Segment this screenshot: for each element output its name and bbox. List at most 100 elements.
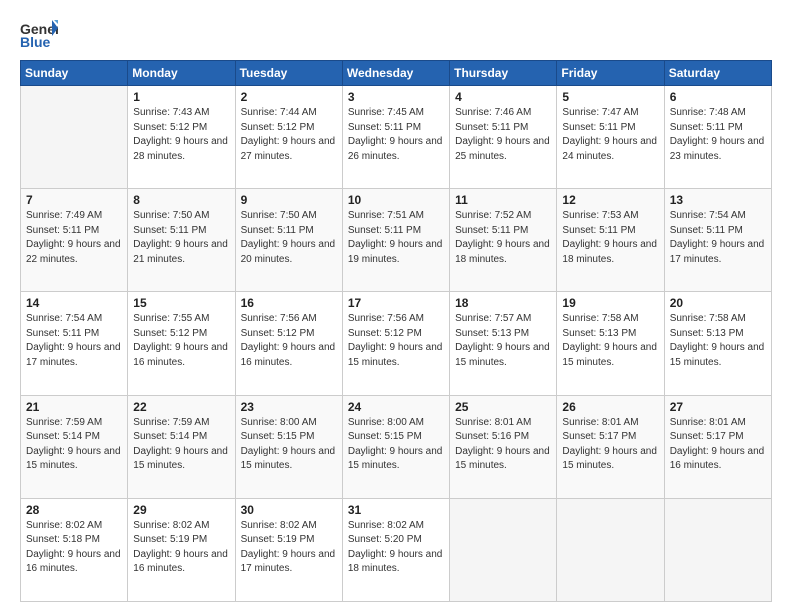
day-detail: Sunrise: 7:46 AMSunset: 5:11 PMDaylight:… [455, 106, 551, 164]
day-cell: 27 Sunrise: 8:01 AMSunset: 5:17 PMDayligh… [664, 395, 771, 498]
week-row-2: 7 Sunrise: 7:49 AMSunset: 5:11 PMDaylight… [21, 189, 772, 292]
day-number: 9 [241, 193, 337, 207]
day-number: 12 [562, 193, 658, 207]
day-cell: 13 Sunrise: 7:54 AMSunset: 5:11 PMDayligh… [664, 189, 771, 292]
day-detail: Sunrise: 7:56 AMSunset: 5:12 PMDaylight:… [348, 312, 444, 370]
day-cell [450, 498, 557, 601]
day-detail: Sunrise: 8:02 AMSunset: 5:19 PMDaylight:… [241, 519, 337, 577]
day-detail: Sunrise: 7:58 AMSunset: 5:13 PMDaylight:… [562, 312, 658, 370]
day-cell: 11 Sunrise: 7:52 AMSunset: 5:11 PMDayligh… [450, 189, 557, 292]
day-cell: 16 Sunrise: 7:56 AMSunset: 5:12 PMDayligh… [235, 292, 342, 395]
day-detail: Sunrise: 7:53 AMSunset: 5:11 PMDaylight:… [562, 209, 658, 267]
day-cell: 9 Sunrise: 7:50 AMSunset: 5:11 PMDaylight… [235, 189, 342, 292]
day-detail: Sunrise: 7:59 AMSunset: 5:14 PMDaylight:… [26, 416, 122, 474]
day-number: 28 [26, 503, 122, 517]
day-number: 11 [455, 193, 551, 207]
day-detail: Sunrise: 8:00 AMSunset: 5:15 PMDaylight:… [348, 416, 444, 474]
day-detail: Sunrise: 7:47 AMSunset: 5:11 PMDaylight:… [562, 106, 658, 164]
day-detail: Sunrise: 7:44 AMSunset: 5:12 PMDaylight:… [241, 106, 337, 164]
day-cell: 29Sunrise: 8:02 AMSunset: 5:19 PMDayligh… [128, 498, 235, 601]
logo: General Blue [20, 18, 58, 50]
day-number: 25 [455, 400, 551, 414]
day-detail: Sunrise: 7:59 AMSunset: 5:14 PMDaylight:… [133, 416, 229, 474]
weekday-header-monday: Monday [128, 61, 235, 86]
day-number: 21 [26, 400, 122, 414]
day-detail: Sunrise: 7:43 AMSunset: 5:12 PMDaylight:… [133, 106, 229, 164]
day-cell: 25 Sunrise: 8:01 AMSunset: 5:16 PMDayligh… [450, 395, 557, 498]
day-cell: 5 Sunrise: 7:47 AMSunset: 5:11 PMDaylight… [557, 86, 664, 189]
day-detail: Sunrise: 7:54 AMSunset: 5:11 PMDaylight:… [26, 312, 122, 370]
day-detail: Sunrise: 8:01 AMSunset: 5:16 PMDaylight:… [455, 416, 551, 474]
day-number: 18 [455, 296, 551, 310]
day-cell: 20 Sunrise: 7:58 AMSunset: 5:13 PMDayligh… [664, 292, 771, 395]
day-detail: Sunrise: 7:57 AMSunset: 5:13 PMDaylight:… [455, 312, 551, 370]
day-detail: Sunrise: 7:54 AMSunset: 5:11 PMDaylight:… [670, 209, 766, 267]
day-number: 16 [241, 296, 337, 310]
day-cell: 6Sunrise: 7:48 AMSunset: 5:11 PMDaylight… [664, 86, 771, 189]
day-number: 10 [348, 193, 444, 207]
week-row-5: 28 Sunrise: 8:02 AMSunset: 5:18 PMDayligh… [21, 498, 772, 601]
weekday-header-sunday: Sunday [21, 61, 128, 86]
day-cell: 19 Sunrise: 7:58 AMSunset: 5:13 PMDayligh… [557, 292, 664, 395]
day-number: 5 [562, 90, 658, 104]
day-detail: Sunrise: 8:00 AMSunset: 5:15 PMDaylight:… [241, 416, 337, 474]
day-cell: 24Sunrise: 8:00 AMSunset: 5:15 PMDayligh… [342, 395, 449, 498]
day-detail: Sunrise: 7:49 AMSunset: 5:11 PMDaylight:… [26, 209, 122, 267]
day-detail: Sunrise: 7:45 AMSunset: 5:11 PMDaylight:… [348, 106, 444, 164]
weekday-header-wednesday: Wednesday [342, 61, 449, 86]
page: General Blue SundayMondayTuesdayWednesda… [0, 0, 792, 612]
day-number: 20 [670, 296, 766, 310]
day-number: 7 [26, 193, 122, 207]
day-number: 27 [670, 400, 766, 414]
header: General Blue [20, 18, 772, 50]
day-number: 1 [133, 90, 229, 104]
day-cell: 22 Sunrise: 7:59 AMSunset: 5:14 PMDayligh… [128, 395, 235, 498]
day-detail: Sunrise: 7:50 AMSunset: 5:11 PMDaylight:… [133, 209, 229, 267]
day-number: 6 [670, 90, 766, 104]
day-detail: Sunrise: 7:58 AMSunset: 5:13 PMDaylight:… [670, 312, 766, 370]
day-cell: 7 Sunrise: 7:49 AMSunset: 5:11 PMDaylight… [21, 189, 128, 292]
day-detail: Sunrise: 7:55 AMSunset: 5:12 PMDaylight:… [133, 312, 229, 370]
day-number: 19 [562, 296, 658, 310]
day-cell [21, 86, 128, 189]
day-cell: 1 Sunrise: 7:43 AMSunset: 5:12 PMDaylight… [128, 86, 235, 189]
day-number: 30 [241, 503, 337, 517]
day-cell [664, 498, 771, 601]
day-cell: 3Sunrise: 7:45 AMSunset: 5:11 PMDaylight… [342, 86, 449, 189]
day-cell: 21 Sunrise: 7:59 AMSunset: 5:14 PMDayligh… [21, 395, 128, 498]
day-number: 13 [670, 193, 766, 207]
day-number: 26 [562, 400, 658, 414]
day-number: 4 [455, 90, 551, 104]
day-detail: Sunrise: 7:51 AMSunset: 5:11 PMDaylight:… [348, 209, 444, 267]
day-number: 17 [348, 296, 444, 310]
day-cell: 28 Sunrise: 8:02 AMSunset: 5:18 PMDayligh… [21, 498, 128, 601]
day-cell: 4 Sunrise: 7:46 AMSunset: 5:11 PMDaylight… [450, 86, 557, 189]
day-cell: 31Sunrise: 8:02 AMSunset: 5:20 PMDayligh… [342, 498, 449, 601]
day-detail: Sunrise: 7:56 AMSunset: 5:12 PMDaylight:… [241, 312, 337, 370]
day-cell: 8 Sunrise: 7:50 AMSunset: 5:11 PMDaylight… [128, 189, 235, 292]
day-cell: 23 Sunrise: 8:00 AMSunset: 5:15 PMDayligh… [235, 395, 342, 498]
day-cell: 14Sunrise: 7:54 AMSunset: 5:11 PMDayligh… [21, 292, 128, 395]
calendar-table: SundayMondayTuesdayWednesdayThursdayFrid… [20, 60, 772, 602]
day-number: 2 [241, 90, 337, 104]
day-number: 8 [133, 193, 229, 207]
week-row-1: 1 Sunrise: 7:43 AMSunset: 5:12 PMDaylight… [21, 86, 772, 189]
day-cell: 26 Sunrise: 8:01 AMSunset: 5:17 PMDayligh… [557, 395, 664, 498]
day-number: 22 [133, 400, 229, 414]
svg-text:Blue: Blue [20, 34, 51, 50]
day-cell: 10 Sunrise: 7:51 AMSunset: 5:11 PMDayligh… [342, 189, 449, 292]
day-number: 23 [241, 400, 337, 414]
day-cell: 18 Sunrise: 7:57 AMSunset: 5:13 PMDayligh… [450, 292, 557, 395]
weekday-header-saturday: Saturday [664, 61, 771, 86]
day-detail: Sunrise: 7:52 AMSunset: 5:11 PMDaylight:… [455, 209, 551, 267]
day-detail: Sunrise: 8:02 AMSunset: 5:19 PMDaylight:… [133, 519, 229, 577]
day-detail: Sunrise: 8:02 AMSunset: 5:18 PMDaylight:… [26, 519, 122, 577]
day-cell [557, 498, 664, 601]
week-row-3: 14Sunrise: 7:54 AMSunset: 5:11 PMDayligh… [21, 292, 772, 395]
week-row-4: 21 Sunrise: 7:59 AMSunset: 5:14 PMDayligh… [21, 395, 772, 498]
day-detail: Sunrise: 8:01 AMSunset: 5:17 PMDaylight:… [670, 416, 766, 474]
day-detail: Sunrise: 8:01 AMSunset: 5:17 PMDaylight:… [562, 416, 658, 474]
weekday-header-friday: Friday [557, 61, 664, 86]
day-detail: Sunrise: 7:50 AMSunset: 5:11 PMDaylight:… [241, 209, 337, 267]
day-cell: 30 Sunrise: 8:02 AMSunset: 5:19 PMDayligh… [235, 498, 342, 601]
